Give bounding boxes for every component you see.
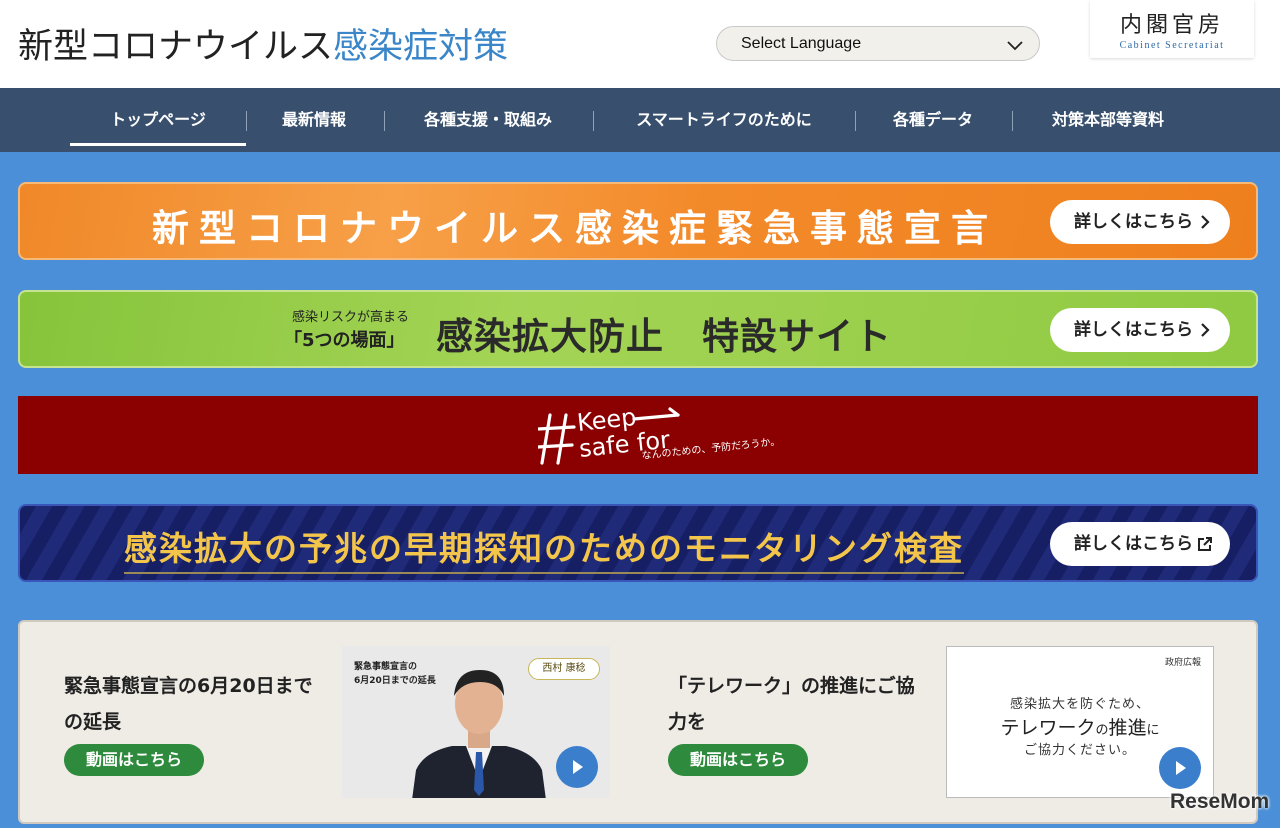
video-thumbnail-extension[interactable]: 緊急事態宣言の 6月20日までの延長 西村 康稔 — [342, 646, 610, 798]
details-button[interactable]: 詳しくはこちら — [1050, 200, 1230, 244]
video-title-telework: 「テレワーク」の推進にご協力を — [668, 675, 915, 733]
nav-item-top[interactable]: トップページ — [70, 88, 246, 152]
play-icon — [573, 760, 583, 774]
five-scenes-banner[interactable]: 感染リスクが高まる 「5つの場面」 感染拡大防止 特設サイト 詳しくはこちら — [18, 290, 1258, 368]
play-icon — [1176, 761, 1186, 775]
watch-video-button[interactable]: 動画はこちら — [64, 744, 205, 776]
resemom-watermark: ReseMom — [1170, 790, 1270, 813]
speaker-photo — [412, 670, 546, 798]
nav-item-support[interactable]: 各種支援・取組み — [402, 88, 574, 152]
nav-item-smartlife[interactable]: スマートライフのために — [612, 88, 836, 152]
external-link-icon — [1198, 537, 1212, 551]
thumbnail-text-segment: に — [1146, 723, 1160, 738]
thumbnail-text-segment: テレワーク — [1000, 717, 1096, 739]
thumbnail-text-segment: の — [1095, 723, 1109, 738]
cabinet-secretariat-logo[interactable]: 内閣官房 Cabinet Secretariat — [1090, 0, 1254, 58]
nav-item-latest[interactable]: 最新情報 — [262, 88, 366, 152]
play-button[interactable] — [1159, 747, 1201, 789]
details-button-label: 詳しくはこちら — [1074, 212, 1193, 232]
thumbnail-text-segment: 推進 — [1108, 717, 1147, 739]
government-pr-label: 政府広報 — [1164, 658, 1201, 668]
nav-item-data[interactable]: 各種データ — [874, 88, 992, 152]
agency-name-en: Cabinet Secretariat — [1119, 40, 1225, 51]
play-button[interactable] — [556, 746, 598, 788]
agency-name-jp: 内閣官房 — [1119, 13, 1224, 38]
keep-safe-for-logo: Keep safe for なんのための、予防だろうか。 — [538, 403, 781, 465]
language-select-label: Select Language — [741, 35, 862, 52]
chevron-right-icon — [1201, 215, 1210, 229]
emergency-declaration-banner[interactable]: 新型コロナウイルス感染症緊急事態宣言 詳しくはこちら — [18, 182, 1258, 260]
chevron-right-icon — [1201, 323, 1210, 337]
site-title-main: 新型コロナウイルス — [18, 27, 334, 67]
nav-divider — [855, 111, 856, 131]
monitoring-test-banner[interactable]: 感染拡大の予兆の早期探知のためのモニタリング検査 詳しくはこちら — [18, 504, 1258, 582]
nav-divider — [246, 111, 247, 131]
thumbnail-text-line: テレワークの推進に — [947, 713, 1213, 740]
banner-subtext: 「5つの場面」 — [284, 330, 405, 351]
details-button-label: 詳しくはこちら — [1074, 534, 1193, 554]
details-button-label: 詳しくはこちら — [1074, 320, 1193, 340]
nav-divider — [384, 111, 385, 131]
nav-item-materials[interactable]: 対策本部等資料 — [1030, 88, 1186, 152]
thumbnail-text-line: 感染拡大を防ぐため、 — [1009, 697, 1150, 712]
details-button[interactable]: 詳しくはこちら — [1050, 308, 1230, 352]
keep-safe-for-banner[interactable]: Keep safe for なんのための、予防だろうか。 — [18, 396, 1258, 474]
chevron-down-icon — [1007, 41, 1023, 51]
video-title-emergency-extension: 緊急事態宣言の6月20日までの延長 — [64, 675, 313, 733]
banner-text: 新型コロナウイルス感染症緊急事態宣言 — [152, 207, 998, 250]
site-header: 新型コロナウイルス感染症対策 Select Language 内閣官房 Cabi… — [0, 0, 1280, 88]
nav-divider — [593, 111, 594, 131]
language-select[interactable]: Select Language — [716, 26, 1040, 61]
banner-text: 感染拡大防止 特設サイト — [436, 315, 892, 358]
watch-video-button[interactable]: 動画はこちら — [668, 744, 809, 776]
video-thumbnail-telework[interactable]: 政府広報 感染拡大を防ぐため、 テレワークの推進に ご協力ください。 — [946, 646, 1214, 798]
video-panel: 緊急事態宣言の6月20日までの延長 動画はこちら 緊急事態宣言の 6月20日まで… — [18, 620, 1258, 824]
banner-subtext: 感染リスクが高まる — [292, 310, 410, 325]
main-nav: トップページ 最新情報 各種支援・取組み スマートライフのために 各種データ 対… — [0, 88, 1280, 152]
details-button[interactable]: 詳しくはこちら — [1050, 522, 1230, 566]
nav-divider — [1012, 111, 1013, 131]
site-title[interactable]: 新型コロナウイルス感染症対策 — [18, 18, 508, 69]
banner-text: 感染拡大の予兆の早期探知のためのモニタリング検査 — [124, 522, 964, 574]
site-title-accent: 感染症対策 — [333, 27, 509, 67]
